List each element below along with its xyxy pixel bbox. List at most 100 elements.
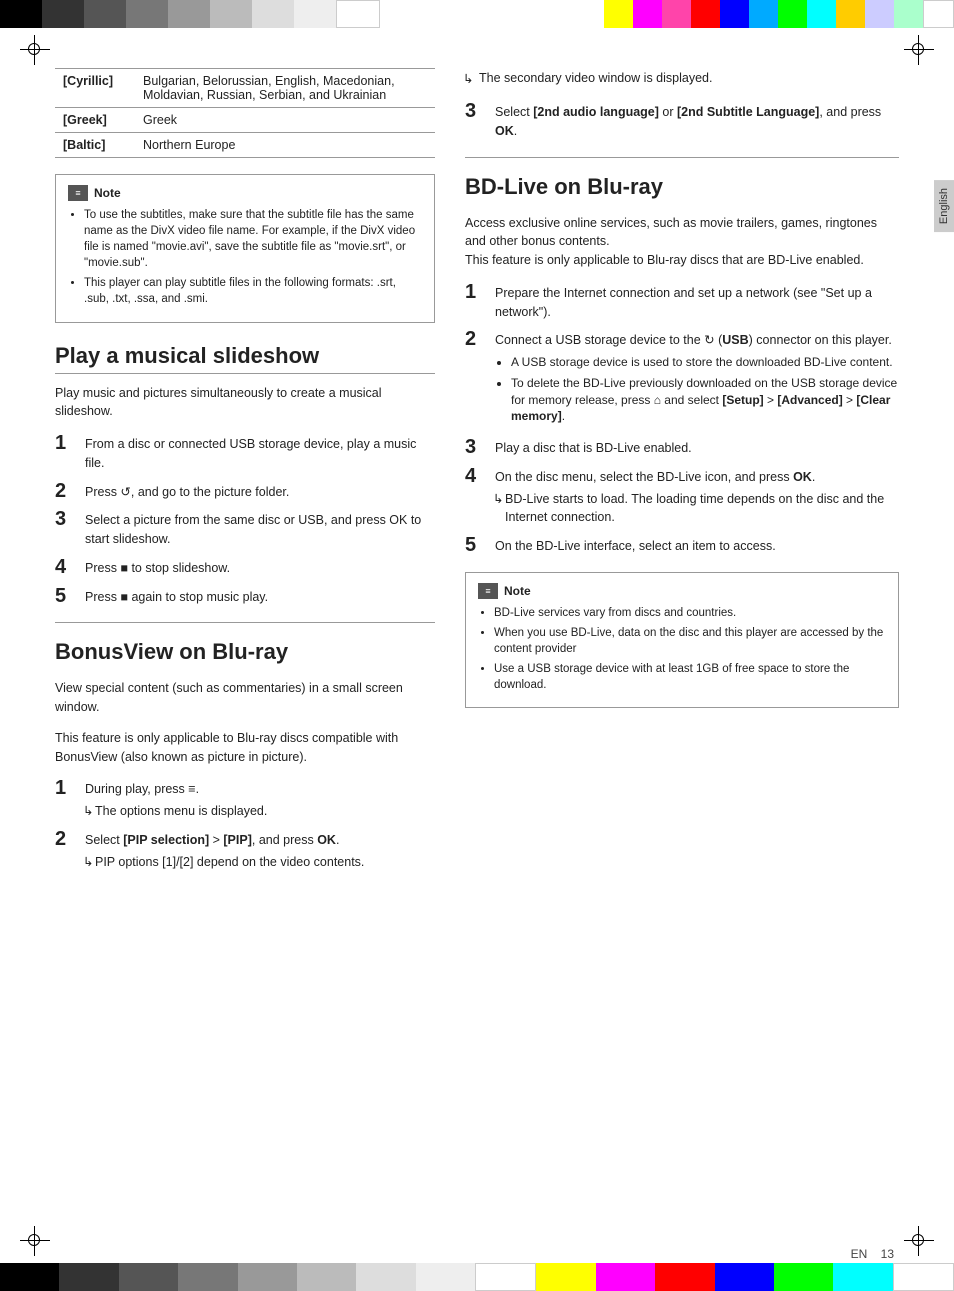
footer-lang: EN [851,1247,868,1261]
divider-1 [55,622,435,623]
note-icon-left: ≡ [68,185,88,201]
bv-step-content-2: Select [PIP selection] > [PIP], and pres… [85,829,435,872]
bonusview-intro1: View special content (such as commentari… [55,679,435,717]
note-item-1: To use the subtitles, make sure that the… [84,207,422,271]
bdlive-step-content-2: Connect a USB storage device to the ↻ (U… [495,329,899,429]
slideshow-step-3: 3 Select a picture from the same disc or… [55,509,435,549]
step-num-5: 5 [55,586,75,607]
bv-step-content-1: During play, press ≡. The options menu i… [85,778,435,821]
note-item-2: This player can play subtitle files in t… [84,275,422,307]
bdlive-step-num-1: 1 [465,282,485,322]
note-box-left: ≡ Note To use the subtitles, make sure t… [55,174,435,323]
table-row: [Cyrillic] Bulgarian, Belorussian, Engli… [55,69,435,108]
note-list-left: To use the subtitles, make sure that the… [68,207,422,308]
bdlive-step-1: 1 Prepare the Internet connection and se… [465,282,899,322]
step-content-5: Press ■ again to stop music play. [85,586,435,607]
note-box-right: ≡ Note BD-Live services vary from discs … [465,572,899,708]
bdlive-title: BD-Live on Blu-ray [465,174,899,204]
reg-mark-tr [904,35,934,65]
note-label-left: Note [94,186,121,200]
reg-mark-tl [20,35,50,65]
table-value-greek: Greek [135,108,435,133]
bdlive-intro: Access exclusive online services, such a… [465,214,899,270]
slideshow-step-5: 5 Press ■ again to stop music play. [55,586,435,607]
bdlive-step-5: 5 On the BD-Live interface, select an it… [465,535,899,556]
right-step-content-3: Select [2nd audio language] or [2nd Subt… [495,101,899,141]
secondary-video-result: The secondary video window is displayed. [465,71,899,85]
left-column: [Cyrillic] Bulgarian, Belorussian, Engli… [55,68,435,1241]
table-key-cyrillic: [Cyrillic] [55,69,135,108]
note-icon-right: ≡ [478,583,498,599]
note-header-right: ≡ Note [478,583,886,599]
table-value-baltic: Northern Europe [135,133,435,158]
step-num-2: 2 [55,481,75,502]
table-key-baltic: [Baltic] [55,133,135,158]
right-step-3: 3 Select [2nd audio language] or [2nd Su… [465,101,899,141]
language-table: [Cyrillic] Bulgarian, Belorussian, Engli… [55,68,435,158]
page-footer: EN 13 [851,1247,894,1261]
note-right-item-3: Use a USB storage device with at least 1… [494,661,886,693]
reg-mark-br [904,1226,934,1256]
table-row: [Baltic] Northern Europe [55,133,435,158]
reg-mark-bl [20,1226,50,1256]
bdlive-step-num-2: 2 [465,329,485,429]
footer-page: 13 [881,1247,894,1261]
section-bdlive: BD-Live on Blu-ray Access exclusive onli… [465,174,899,556]
bdlive-step-content-3: Play a disc that is BD-Live enabled. [495,437,899,458]
slideshow-step-4: 4 Press ■ to stop slideshow. [55,557,435,578]
bonusview-title: BonusView on Blu-ray [55,639,435,669]
step-content-3: Select a picture from the same disc or U… [85,509,435,549]
table-key-greek: [Greek] [55,108,135,133]
bdlive-step-text-4: On the disc menu, select the BD-Live ico… [495,470,815,484]
note-label-right: Note [504,584,531,598]
bdlive-step-num-3: 3 [465,437,485,458]
right-step-num-3: 3 [465,101,485,141]
right-column: The secondary video window is displayed.… [465,68,899,1241]
bonusview-step-2: 2 Select [PIP selection] > [PIP], and pr… [55,829,435,872]
bdlive-bullet-2: To delete the BD-Live previously downloa… [511,375,899,425]
step-num-4: 4 [55,557,75,578]
bdlive-step-content-4: On the disc menu, select the BD-Live ico… [495,466,899,527]
bdlive-bullet-1: A USB storage device is used to store th… [511,354,899,371]
step-num-3: 3 [55,509,75,549]
step-content-2: Press ↺, and go to the picture folder. [85,481,435,502]
note-header-left: ≡ Note [68,185,422,201]
bdlive-subbullets: A USB storage device is used to store th… [495,354,899,425]
bdlive-step-num-5: 5 [465,535,485,556]
page-content: [Cyrillic] Bulgarian, Belorussian, Engli… [55,68,899,1241]
bdlive-step-content-1: Prepare the Internet connection and set … [495,282,899,322]
table-row: [Greek] Greek [55,108,435,133]
bdlive-step-text-2: Connect a USB storage device to the ↻ (U… [495,333,892,347]
bv-step-text-1: During play, press ≡. [85,782,199,796]
bv-step-result-2: PIP options [1]/[2] depend on the video … [85,853,435,872]
color-bars-top [0,0,380,28]
slideshow-title: Play a musical slideshow [55,343,435,374]
slideshow-intro: Play music and pictures simultaneously t… [55,384,435,422]
english-tab: English [934,180,954,232]
step-content-4: Press ■ to stop slideshow. [85,557,435,578]
bv-step-num-2: 2 [55,829,75,872]
color-bars-bottom [0,1263,954,1291]
right-step-text-3: Select [2nd audio language] or [2nd Subt… [495,105,881,138]
table-value-cyrillic: Bulgarian, Belorussian, English, Macedon… [135,69,435,108]
bonusview-intro2: This feature is only applicable to Blu-r… [55,729,435,767]
note-list-right: BD-Live services vary from discs and cou… [478,605,886,693]
step-num-1: 1 [55,433,75,473]
slideshow-step-2: 2 Press ↺, and go to the picture folder. [55,481,435,502]
bdlive-step-4: 4 On the disc menu, select the BD-Live i… [465,466,899,527]
bv-step-num-1: 1 [55,778,75,821]
bdlive-step-3: 3 Play a disc that is BD-Live enabled. [465,437,899,458]
bdlive-step-2: 2 Connect a USB storage device to the ↻ … [465,329,899,429]
divider-right [465,157,899,158]
bv-step-text-2: Select [PIP selection] > [PIP], and pres… [85,833,339,847]
section-bonusview: BonusView on Blu-ray View special conten… [55,639,435,871]
bdlive-step-num-4: 4 [465,466,485,527]
slideshow-step-1: 1 From a disc or connected USB storage d… [55,433,435,473]
step-content-1: From a disc or connected USB storage dev… [85,433,435,473]
bdlive-step-result-4: BD-Live starts to load. The loading time… [495,490,899,528]
bdlive-step-content-5: On the BD-Live interface, select an item… [495,535,899,556]
section-slideshow: Play a musical slideshow Play music and … [55,343,435,607]
note-right-item-2: When you use BD-Live, data on the disc a… [494,625,886,657]
note-right-item-1: BD-Live services vary from discs and cou… [494,605,886,621]
bonusview-step-1: 1 During play, press ≡. The options menu… [55,778,435,821]
